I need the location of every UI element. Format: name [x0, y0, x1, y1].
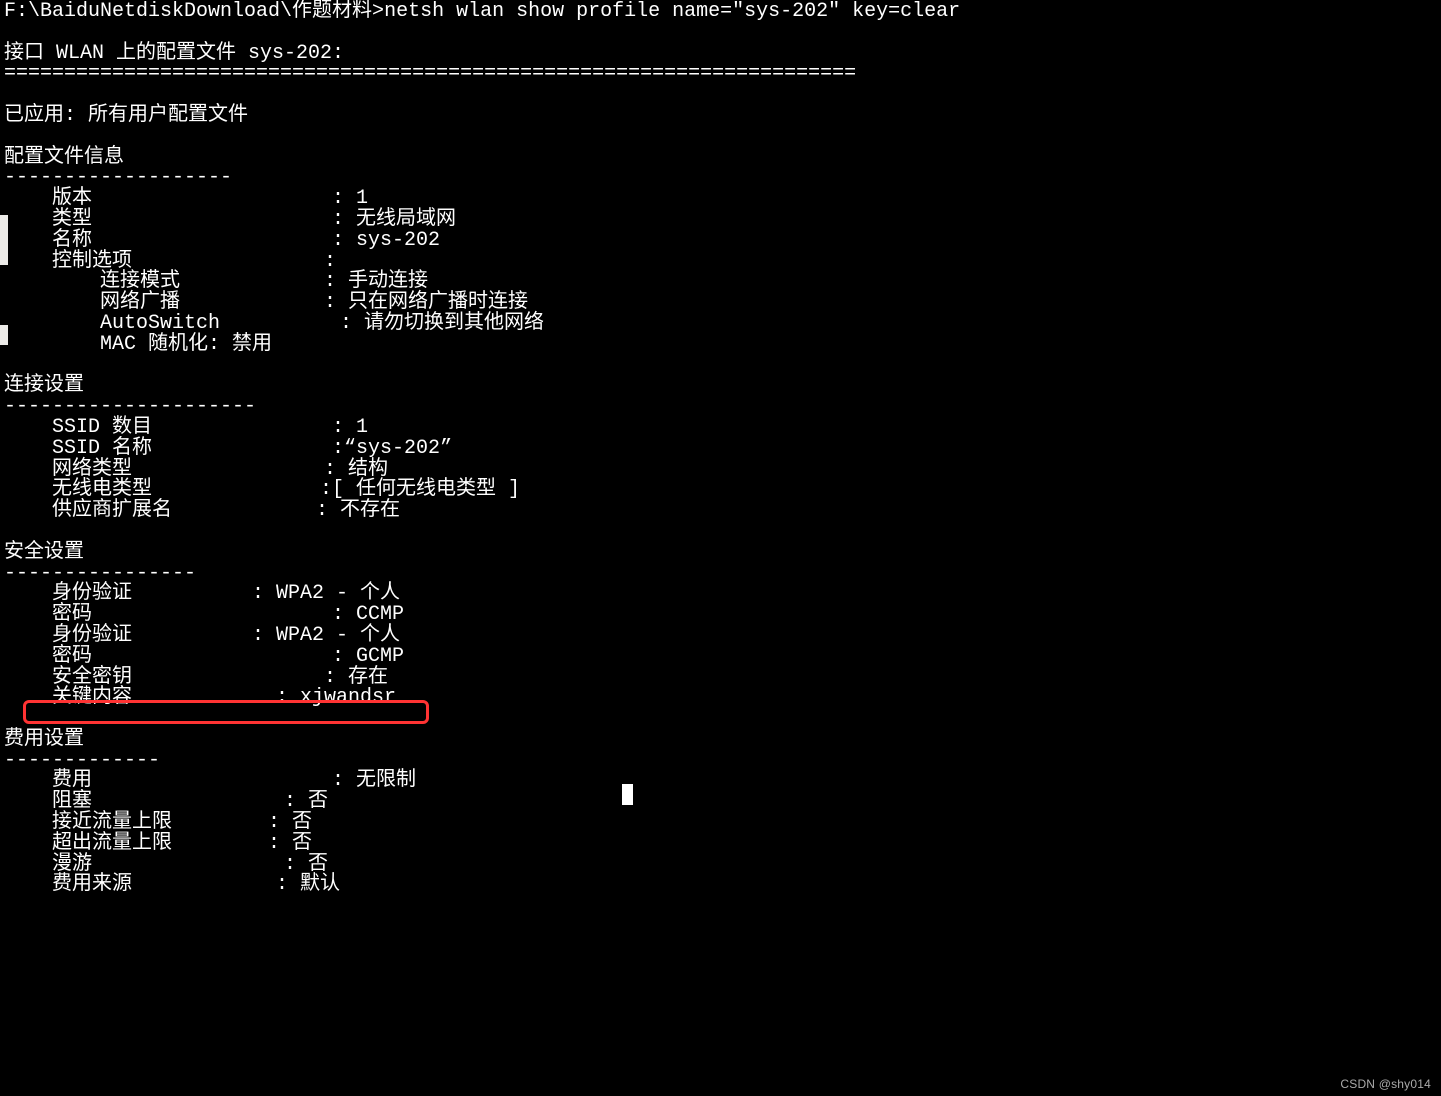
text-cursor — [622, 784, 633, 805]
applied-line: 已应用: 所有用户配置文件 — [4, 104, 248, 127]
connection-rows: SSID 数目 : 1 SSID 名称 :“sys-202” 网络类型 : 结构… — [4, 416, 520, 522]
edge-artifact — [0, 215, 8, 265]
separator: ========================================… — [4, 62, 856, 85]
terminal-output: F:\BaiduNetdiskDownload\作题材料>netsh wlan … — [0, 0, 1441, 896]
interface-header: 接口 WLAN 上的配置文件 sys-202: — [4, 42, 344, 65]
mac-randomization: MAC 随机化: 禁用 — [100, 333, 272, 356]
section-cost-title: 费用设置 — [4, 728, 84, 751]
section-security-title: 安全设置 — [4, 541, 84, 564]
edge-artifact — [0, 325, 8, 345]
watermark: CSDN @shy014 — [1340, 1078, 1431, 1090]
security-rows: 身份验证 : WPA2 - 个人 密码 : CCMP 身份验证 : WPA2 -… — [4, 582, 404, 709]
profile-rows: 版本 : 1 类型 : 无线局域网 名称 : sys-202 控制选项 : — [4, 187, 456, 272]
command-text: netsh wlan show profile name="sys-202" k… — [384, 0, 960, 23]
cost-rows: 费用 : 无限制 阻塞 : 否 接近流量上限 : 否 超出流量上限 : 否 漫游… — [4, 769, 416, 896]
section-connection-title: 连接设置 — [4, 374, 84, 397]
profile-subrows: 连接模式 : 手动连接 网络广播 : 只在网络广播时连接 AutoSwitch … — [4, 270, 544, 335]
section-underline: ------------------- — [4, 166, 232, 189]
section-profile-title: 配置文件信息 — [4, 146, 124, 169]
section-underline: --------------------- — [4, 395, 256, 418]
prompt-path: F:\BaiduNetdiskDownload\作题材料> — [4, 0, 384, 23]
